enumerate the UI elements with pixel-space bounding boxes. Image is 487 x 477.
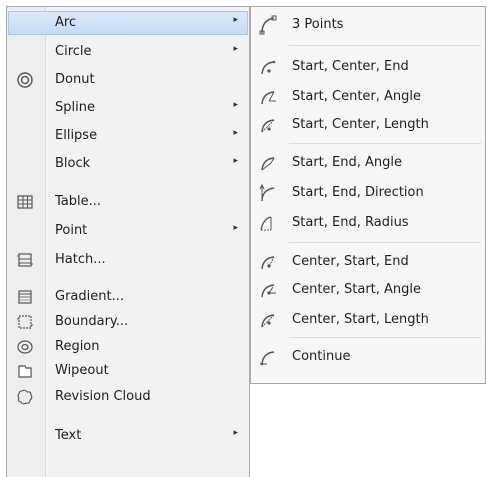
submenu-arrow-icon: ▸	[233, 428, 238, 438]
menu-item-label: Spline	[55, 100, 95, 115]
table-icon	[16, 193, 34, 211]
arc-submenu: 3 Points Start, Center, End Start, Cente…	[250, 6, 486, 384]
submenu-item-label: Start, End, Radius	[292, 215, 409, 230]
menu-item-label: Arc	[55, 15, 77, 30]
menu-item-boundary[interactable]: Boundary...	[8, 310, 248, 334]
menu-item-gradient[interactable]: Gradient...	[8, 285, 248, 309]
submenu-divider	[289, 242, 481, 243]
submenu-item-label: Center, Start, Length	[292, 312, 429, 327]
submenu-divider	[289, 45, 481, 46]
hatch-icon	[16, 251, 34, 269]
submenu-item-start-end-angle[interactable]: Start, End, Angle	[251, 151, 485, 175]
submenu-arrow-icon: ▸	[233, 128, 238, 138]
arc-start-end-radius-icon	[257, 213, 279, 233]
submenu-item-center-start-angle[interactable]: Center, Start, Angle	[251, 278, 485, 302]
donut-icon	[16, 71, 34, 89]
submenu-item-3-points[interactable]: 3 Points	[251, 13, 485, 37]
arc-start-center-end-icon	[257, 57, 279, 77]
submenu-item-label: Start, Center, End	[292, 59, 409, 74]
submenu-item-label: Start, End, Angle	[292, 155, 402, 170]
menu-item-label: Wipeout	[55, 363, 109, 378]
submenu-item-center-start-end[interactable]: Center, Start, End	[251, 250, 485, 274]
arc-start-end-angle-icon	[257, 153, 279, 173]
submenu-arrow-icon: ▸	[233, 156, 238, 166]
submenu-item-label: Start, Center, Length	[292, 117, 429, 132]
menu-item-block[interactable]: Block ▸	[8, 152, 248, 176]
menu-item-label: Ellipse	[55, 128, 98, 143]
submenu-arrow-icon: ▸	[233, 15, 238, 25]
submenu-item-start-end-radius[interactable]: Start, End, Radius	[251, 211, 485, 235]
wipeout-icon	[16, 362, 34, 380]
submenu-item-label: Continue	[292, 349, 351, 364]
arc-continue-icon	[257, 347, 279, 367]
menu-item-region[interactable]: Region	[8, 335, 248, 359]
boundary-icon	[16, 313, 34, 331]
arc-center-start-length-icon	[257, 310, 279, 330]
submenu-item-start-center-length[interactable]: Start, Center, Length	[251, 113, 485, 137]
arc-start-center-angle-icon	[257, 87, 279, 107]
submenu-arrow-icon: ▸	[233, 100, 238, 110]
menu-item-label: Text	[55, 428, 82, 443]
menu-item-label: Region	[55, 339, 100, 354]
menu-item-point[interactable]: Point ▸	[8, 219, 248, 243]
arc-start-center-length-icon	[257, 115, 279, 135]
submenu-item-start-center-end[interactable]: Start, Center, End	[251, 55, 485, 79]
menu-item-revision-cloud[interactable]: Revision Cloud	[8, 385, 248, 409]
menu-item-label: Circle	[55, 44, 92, 59]
menu-item-spline[interactable]: Spline ▸	[8, 96, 248, 120]
menu-item-ellipse[interactable]: Ellipse ▸	[8, 124, 248, 148]
menu-item-label: Point	[55, 223, 88, 238]
menu-item-label: Boundary...	[55, 314, 129, 329]
submenu-divider	[289, 337, 481, 338]
menu-item-label: Gradient...	[55, 289, 124, 304]
menu-item-label: Donut	[55, 72, 95, 87]
menu-item-label: Block	[55, 156, 91, 171]
region-icon	[16, 338, 34, 356]
menu-item-label: Table...	[55, 194, 102, 209]
menu-item-arc[interactable]: Arc ▸	[8, 11, 248, 35]
arc-center-start-end-icon	[257, 252, 279, 272]
menu-item-text[interactable]: Text ▸	[8, 424, 248, 448]
revision-cloud-icon	[16, 388, 34, 406]
submenu-arrow-icon: ▸	[233, 44, 238, 54]
gradient-icon	[16, 288, 34, 306]
menu-item-donut[interactable]: Donut	[8, 68, 248, 92]
submenu-item-label: 3 Points	[292, 17, 344, 32]
arc-center-start-angle-icon	[257, 280, 279, 300]
menu-item-table[interactable]: Table...	[8, 190, 248, 214]
menu-item-label: Revision Cloud	[55, 389, 151, 404]
draw-menu: Arc ▸ Circle ▸ Donut Spline ▸ Ellipse ▸ …	[6, 6, 250, 477]
submenu-item-center-start-length[interactable]: Center, Start, Length	[251, 308, 485, 332]
menu-item-hatch[interactable]: Hatch...	[8, 248, 248, 272]
submenu-item-start-center-angle[interactable]: Start, Center, Angle	[251, 85, 485, 109]
menu-item-circle[interactable]: Circle ▸	[8, 40, 248, 64]
menu-item-label: Hatch...	[55, 252, 106, 267]
submenu-item-start-end-direction[interactable]: Start, End, Direction	[251, 181, 485, 205]
submenu-item-continue[interactable]: Continue	[251, 345, 485, 369]
arc-start-end-direction-icon	[257, 183, 279, 203]
submenu-item-label: Start, End, Direction	[292, 185, 424, 200]
menu-item-wipeout[interactable]: Wipeout	[8, 359, 248, 383]
submenu-item-label: Center, Start, End	[292, 254, 409, 269]
submenu-arrow-icon: ▸	[233, 223, 238, 233]
submenu-item-label: Start, Center, Angle	[292, 89, 422, 104]
submenu-divider	[289, 143, 481, 144]
arc-3points-icon	[257, 15, 279, 35]
submenu-item-label: Center, Start, Angle	[292, 282, 422, 297]
